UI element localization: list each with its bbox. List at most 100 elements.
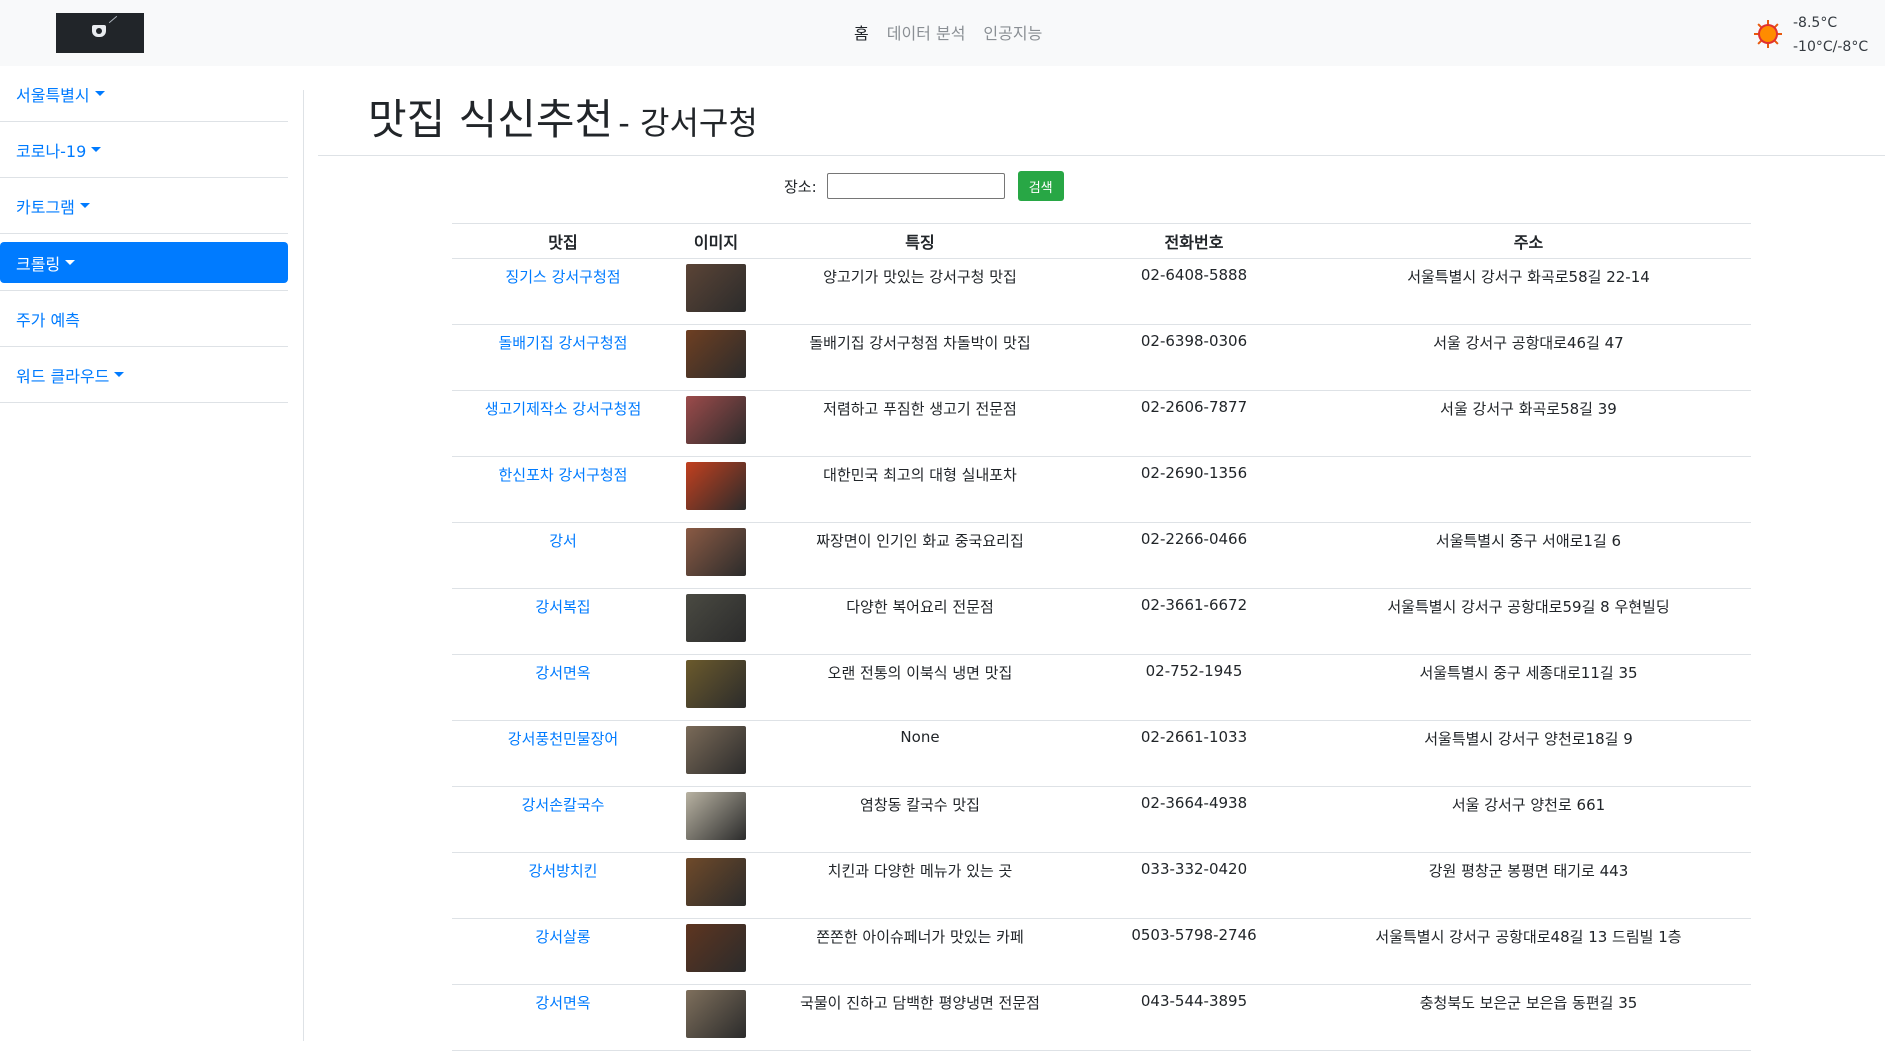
restaurant-name-link[interactable]: 생고기제작소 강서구청점: [452, 390, 674, 457]
current-temperature: -8.5°C: [1793, 15, 1838, 31]
restaurant-thumbnail[interactable]: [686, 726, 746, 774]
restaurant-feature: 돌배기집 강서구청점 차돌박이 맛집: [758, 324, 1082, 391]
restaurant-table: 맛집 이미지 특징 전화번호 주소 징기스 강서구청점 양고기가 맛있는 강서구청…: [452, 223, 1751, 1051]
restaurant-address: 서울 강서구 양천로 661: [1306, 786, 1751, 853]
sidebar-item-cartogram[interactable]: 카토그램: [0, 178, 288, 234]
logo[interactable]: [56, 13, 144, 53]
restaurant-feature: 오랜 전통의 이북식 냉면 맛집: [758, 654, 1082, 721]
restaurant-address: 서울특별시 강서구 양천로18길 9: [1306, 720, 1751, 787]
nav-data-analysis-link[interactable]: 데이터 분석: [887, 20, 966, 44]
restaurant-thumbnail[interactable]: [686, 924, 746, 972]
sidebar-item-label: 크롤링: [16, 254, 61, 274]
restaurant-phone: 02-2661-1033: [1082, 720, 1306, 787]
restaurant-feature: 짜장면이 인기인 화교 중국요리집: [758, 522, 1082, 589]
sidebar-divider: [303, 90, 304, 1041]
sidebar-item-label: 워드 클라우드: [16, 366, 110, 386]
caret-down-icon: [79, 203, 90, 208]
restaurant-thumbnail[interactable]: [686, 330, 746, 378]
caret-down-icon: [94, 91, 105, 96]
restaurant-name-link[interactable]: 강서복집: [452, 588, 674, 655]
restaurant-thumbnail[interactable]: [686, 792, 746, 840]
restaurant-thumbnail[interactable]: [686, 858, 746, 906]
sidebar-item-crawling[interactable]: 크롤링: [0, 242, 288, 283]
table-body: 징기스 강서구청점 양고기가 맛있는 강서구청 맛집 02-6408-5888 서울특…: [452, 258, 1751, 1051]
restaurant-name-link[interactable]: 강서방치킨: [452, 852, 674, 919]
restaurant-feature: 염창동 칼국수 맛집: [758, 786, 1082, 853]
sidebar-item-stock-prediction[interactable]: 주가 예측: [0, 291, 288, 347]
restaurant-image-cell: [674, 918, 758, 985]
restaurant-feature: 쫀쫀한 아이슈페너가 맛있는 카페: [758, 918, 1082, 985]
sidebar-item-seoul[interactable]: 서울특별시: [0, 66, 288, 122]
restaurant-image-cell: [674, 324, 758, 391]
restaurant-image-cell: [674, 258, 758, 325]
column-header-phone: 전화번호: [1082, 223, 1306, 259]
table-header-row: 맛집 이미지 특징 전화번호 주소: [452, 223, 1751, 259]
temperature-range: -10°C/-8°C: [1793, 39, 1869, 55]
restaurant-image-cell: [674, 522, 758, 589]
page-title-sub: - 강서구청: [618, 104, 758, 142]
sidebar-item-label: 코로나-19: [16, 141, 87, 161]
restaurant-phone: 02-2606-7877: [1082, 390, 1306, 457]
table-row: 강서손칼국수 염창동 칼국수 맛집 02-3664-4938 서울 강서구 양천로 6…: [452, 786, 1751, 853]
nav-ai-link[interactable]: 인공지능: [983, 20, 1042, 44]
restaurant-phone: 02-752-1945: [1082, 654, 1306, 721]
restaurant-image-cell: [674, 390, 758, 457]
search-input[interactable]: [826, 173, 1005, 199]
restaurant-phone: 02-6408-5888: [1082, 258, 1306, 325]
table-row: 강서풍천민물장어 None 02-2661-1033 서울특별시 강서구 양천로18길…: [452, 720, 1751, 787]
sidebar-item-label: 서울특별시: [16, 85, 90, 105]
restaurant-thumbnail[interactable]: [686, 462, 746, 510]
table-row: 강서방치킨 치킨과 다양한 메뉴가 있는 곳 033-332-0420 강원 평창군 …: [452, 852, 1751, 919]
column-header-feature: 특징: [758, 223, 1082, 259]
restaurant-thumbnail[interactable]: [686, 660, 746, 708]
table-row: 강서 짜장면이 인기인 화교 중국요리집 02-2266-0466 서울특별시 중구 …: [452, 522, 1751, 589]
restaurant-image-cell: [674, 720, 758, 787]
restaurant-name-link[interactable]: 돌배기집 강서구청점: [452, 324, 674, 391]
restaurant-thumbnail[interactable]: [686, 528, 746, 576]
restaurant-address: 서울 강서구 화곡로58길 39: [1306, 390, 1751, 457]
restaurant-phone: 02-6398-0306: [1082, 324, 1306, 391]
sidebar: 서울특별시 코로나-19 카토그램 크롤링 주가 예측 워드 클라우드: [0, 66, 288, 403]
restaurant-feature: None: [758, 720, 1082, 787]
restaurant-name-link[interactable]: 강서손칼국수: [452, 786, 674, 853]
search-button[interactable]: 검색: [1017, 171, 1064, 201]
restaurant-thumbnail[interactable]: [686, 396, 746, 444]
restaurant-image-cell: [674, 786, 758, 853]
sidebar-item-label: 주가 예측: [16, 310, 80, 330]
sidebar-item-word-cloud[interactable]: 워드 클라우드: [0, 347, 288, 403]
restaurant-thumbnail[interactable]: [686, 264, 746, 312]
restaurant-image-cell: [674, 852, 758, 919]
restaurant-image-cell: [674, 588, 758, 655]
logo-spark-icon: [108, 15, 118, 24]
column-header-name: 맛집: [452, 223, 674, 259]
restaurant-thumbnail[interactable]: [686, 990, 746, 1038]
search-label: 장소:: [784, 177, 817, 196]
restaurant-feature: 대한민국 최고의 대형 실내포차: [758, 456, 1082, 523]
restaurant-name-link[interactable]: 강서풍천민물장어: [452, 720, 674, 787]
sidebar-active-wrap: 크롤링: [0, 242, 288, 291]
restaurant-name-link[interactable]: 강서살롱: [452, 918, 674, 985]
restaurant-phone: 02-2690-1356: [1082, 456, 1306, 523]
nav-home-link[interactable]: 홈: [854, 20, 869, 44]
caret-down-icon: [91, 147, 102, 152]
restaurant-name-link[interactable]: 강서면옥: [452, 654, 674, 721]
logo-mark-icon: [92, 25, 106, 37]
restaurant-address: [1306, 456, 1751, 523]
restaurant-thumbnail[interactable]: [686, 594, 746, 642]
table-row: 징기스 강서구청점 양고기가 맛있는 강서구청 맛집 02-6408-5888 서울특…: [452, 258, 1751, 325]
restaurant-phone: 02-2266-0466: [1082, 522, 1306, 589]
top-navbar: 홈 데이터 분석 인공지능 -8.5°C -10°C/-8°C: [0, 0, 1885, 66]
restaurant-feature: 다양한 복어요리 전문점: [758, 588, 1082, 655]
restaurant-address: 서울특별시 중구 서애로1길 6: [1306, 522, 1751, 589]
restaurant-phone: 02-3664-4938: [1082, 786, 1306, 853]
restaurant-phone: 02-3661-6672: [1082, 588, 1306, 655]
restaurant-address: 서울특별시 강서구 공항대로48길 13 드림빌 1층: [1306, 918, 1751, 985]
sidebar-item-covid[interactable]: 코로나-19: [0, 122, 288, 178]
restaurant-feature: 저렴하고 푸짐한 생고기 전문점: [758, 390, 1082, 457]
restaurant-feature: 치킨과 다양한 메뉴가 있는 곳: [758, 852, 1082, 919]
table-row: 강서살롱 쫀쫀한 아이슈페너가 맛있는 카페 0503-5798-2746 서울특별시…: [452, 918, 1751, 985]
restaurant-image-cell: [674, 654, 758, 721]
restaurant-name-link[interactable]: 한신포차 강서구청점: [452, 456, 674, 523]
restaurant-name-link[interactable]: 강서: [452, 522, 674, 589]
restaurant-name-link[interactable]: 징기스 강서구청점: [452, 258, 674, 325]
